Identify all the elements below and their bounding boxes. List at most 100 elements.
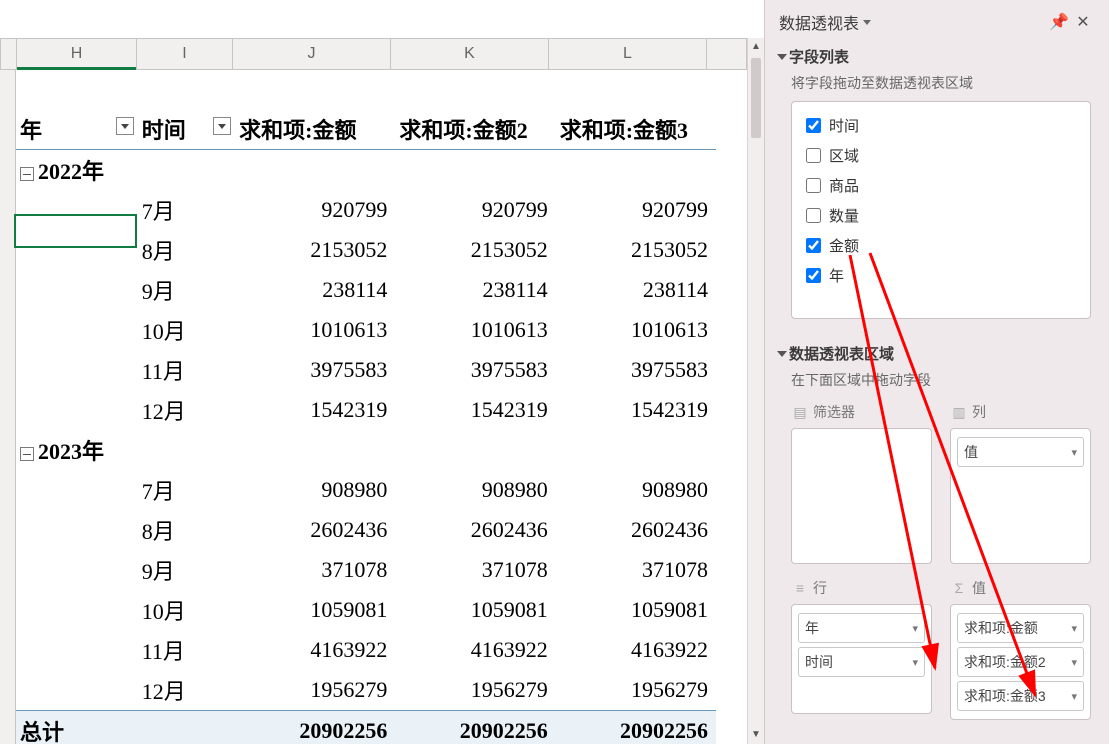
area-pill[interactable]: 求和项:金额3▾ — [957, 681, 1084, 711]
chevron-down-icon[interactable]: ▾ — [1071, 446, 1077, 459]
scroll-down-arrow-icon[interactable]: ▼ — [748, 726, 764, 744]
field-checkbox[interactable] — [806, 208, 821, 223]
pin-icon[interactable]: 📌 — [1047, 12, 1071, 32]
pivot-cell-value[interactable]: 1010613 — [395, 310, 555, 350]
field-list-box[interactable]: 时间区域商品数量金额年 — [791, 101, 1091, 319]
pivot-data-row[interactable]: 7月908980908980908980 — [16, 470, 716, 510]
close-icon[interactable]: ✕ — [1071, 12, 1095, 32]
pivot-data-row[interactable]: 9月371078371078371078 — [16, 550, 716, 590]
section-areas-title[interactable]: 数据透视表区域 — [765, 337, 1109, 370]
pivot-cell-value[interactable]: 371078 — [235, 550, 395, 590]
pivot-table[interactable]: 年 时间 求和项:金额 求和项:金额2 求和项:金额3 2022年7月92079… — [16, 109, 716, 744]
column-header-K[interactable]: K — [391, 39, 549, 69]
pivot-cell-value[interactable]: 3975583 — [556, 350, 716, 390]
pivot-cell-time[interactable]: 12月 — [138, 390, 235, 430]
column-header-I[interactable]: I — [137, 39, 233, 69]
collapse-fields-icon[interactable] — [777, 54, 787, 60]
pivot-cell-value[interactable]: 1542319 — [235, 390, 395, 430]
field-checkbox[interactable] — [806, 148, 821, 163]
pivot-cell-value[interactable]: 1542319 — [395, 390, 555, 430]
pivot-data-row[interactable]: 12月154231915423191542319 — [16, 390, 716, 430]
select-all-corner[interactable] — [1, 39, 17, 69]
filter-dropdown-year[interactable] — [116, 117, 134, 135]
field-item-商品[interactable]: 商品 — [802, 170, 1080, 200]
panel-title-dropdown-icon[interactable] — [863, 20, 871, 25]
pivot-cell-value[interactable]: 3975583 — [235, 350, 395, 390]
pivot-data-row[interactable]: 11月397558339755833975583 — [16, 350, 716, 390]
area-pill[interactable]: 求和项:金额▾ — [957, 613, 1084, 643]
area-pill[interactable]: 值▾ — [957, 437, 1084, 467]
pivot-cell-value[interactable]: 2153052 — [395, 230, 555, 270]
area-pill[interactable]: 年▾ — [798, 613, 925, 643]
chevron-down-icon[interactable]: ▾ — [912, 656, 918, 669]
pivot-data-row[interactable]: 8月260243626024362602436 — [16, 510, 716, 550]
pivot-group-label[interactable]: 2022年 — [38, 159, 104, 184]
pivot-cell-value[interactable]: 238114 — [556, 270, 716, 310]
pivot-cell-value[interactable]: 4163922 — [395, 630, 555, 670]
pivot-data-row[interactable]: 12月195627919562791956279 — [16, 670, 716, 711]
pivot-cell-value[interactable]: 908980 — [235, 470, 395, 510]
pivot-cell-time[interactable]: 12月 — [138, 670, 235, 711]
pivot-cell-value[interactable]: 371078 — [395, 550, 555, 590]
pivot-cell-value[interactable]: 1010613 — [235, 310, 395, 350]
pivot-cell-value[interactable]: 908980 — [395, 470, 555, 510]
pivot-cell-value[interactable]: 2153052 — [235, 230, 395, 270]
pivot-cell-time[interactable]: 9月 — [138, 270, 235, 310]
pivot-cell-time[interactable]: 9月 — [138, 550, 235, 590]
pivot-cell-value[interactable]: 1542319 — [556, 390, 716, 430]
pivot-total-value[interactable]: 20902256 — [556, 711, 716, 744]
values-dropzone[interactable]: 求和项:金额▾求和项:金额2▾求和项:金额3▾ — [950, 604, 1091, 720]
pivot-cell-value[interactable]: 4163922 — [235, 630, 395, 670]
pivot-cell-value[interactable]: 920799 — [235, 190, 395, 230]
chevron-down-icon[interactable]: ▾ — [912, 622, 918, 635]
pivot-cell-time[interactable]: 8月 — [138, 230, 235, 270]
pivot-data-row[interactable]: 9月238114238114238114 — [16, 270, 716, 310]
pivot-cell-value[interactable]: 238114 — [235, 270, 395, 310]
pivot-cell-value[interactable]: 2602436 — [395, 510, 555, 550]
row-header-gutter[interactable] — [0, 70, 16, 744]
pivot-cell-value[interactable]: 1059081 — [556, 590, 716, 630]
pivot-total-value[interactable]: 20902256 — [235, 711, 395, 744]
column-header-H[interactable]: H — [17, 39, 137, 69]
field-checkbox[interactable] — [806, 178, 821, 193]
collapse-areas-icon[interactable] — [777, 351, 787, 357]
chevron-down-icon[interactable]: ▾ — [1071, 622, 1077, 635]
pivot-cell-value[interactable]: 1059081 — [395, 590, 555, 630]
collapse-group-icon[interactable] — [20, 167, 34, 181]
columns-dropzone[interactable]: 值▾ — [950, 428, 1091, 564]
field-item-金额[interactable]: 金额 — [802, 230, 1080, 260]
pivot-data-row[interactable]: 8月215305221530522153052 — [16, 230, 716, 270]
column-header-L[interactable]: L — [549, 39, 707, 69]
field-checkbox[interactable] — [806, 238, 821, 253]
field-checkbox[interactable] — [806, 118, 821, 133]
pivot-cell-value[interactable]: 3975583 — [395, 350, 555, 390]
filter-dropzone[interactable] — [791, 428, 932, 564]
pivot-cell-value[interactable]: 2602436 — [235, 510, 395, 550]
scroll-thumb[interactable] — [751, 58, 761, 138]
pivot-cell-value[interactable]: 1059081 — [235, 590, 395, 630]
chevron-down-icon[interactable]: ▾ — [1071, 690, 1077, 703]
pivot-cell-time[interactable]: 11月 — [138, 350, 235, 390]
pivot-total-value[interactable]: 20902256 — [395, 711, 555, 744]
vertical-scrollbar[interactable]: ▲ ▼ — [747, 38, 764, 744]
pivot-cell-time[interactable]: 10月 — [138, 590, 235, 630]
column-header-J[interactable]: J — [233, 39, 391, 69]
pivot-total-label[interactable]: 总计 — [16, 711, 235, 744]
pivot-cell-value[interactable]: 1956279 — [395, 670, 555, 711]
pivot-cell-time[interactable]: 11月 — [138, 630, 235, 670]
pivot-cell-value[interactable]: 1956279 — [235, 670, 395, 711]
field-item-区域[interactable]: 区域 — [802, 140, 1080, 170]
pivot-cell-time[interactable]: 7月 — [138, 190, 235, 230]
pivot-data-row[interactable]: 10月101061310106131010613 — [16, 310, 716, 350]
field-checkbox[interactable] — [806, 268, 821, 283]
section-fields-title[interactable]: 字段列表 — [765, 40, 1109, 73]
pivot-cell-value[interactable]: 2602436 — [556, 510, 716, 550]
pivot-cell-value[interactable]: 238114 — [395, 270, 555, 310]
filter-dropdown-time[interactable] — [213, 117, 231, 135]
pivot-cell-value[interactable]: 920799 — [556, 190, 716, 230]
pivot-cell-value[interactable]: 1010613 — [556, 310, 716, 350]
field-item-时间[interactable]: 时间 — [802, 110, 1080, 140]
pivot-group-label[interactable]: 2023年 — [38, 439, 104, 464]
pivot-cell-time[interactable]: 8月 — [138, 510, 235, 550]
area-pill[interactable]: 时间▾ — [798, 647, 925, 677]
